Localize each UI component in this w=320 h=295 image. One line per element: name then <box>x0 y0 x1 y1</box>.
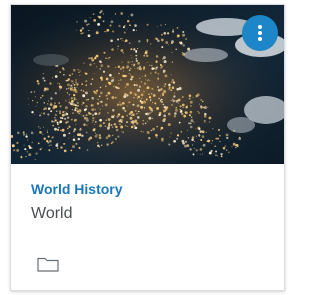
more-vertical-icon-dot <box>258 37 262 41</box>
more-vertical-icon <box>258 25 262 29</box>
more-vertical-icon-dot <box>258 31 262 35</box>
course-subtitle: World <box>31 205 73 222</box>
course-title-link[interactable]: World History <box>31 181 123 197</box>
folder-icon[interactable] <box>37 256 59 272</box>
course-card[interactable]: World History World <box>10 4 285 291</box>
card-options-button[interactable] <box>242 15 278 51</box>
